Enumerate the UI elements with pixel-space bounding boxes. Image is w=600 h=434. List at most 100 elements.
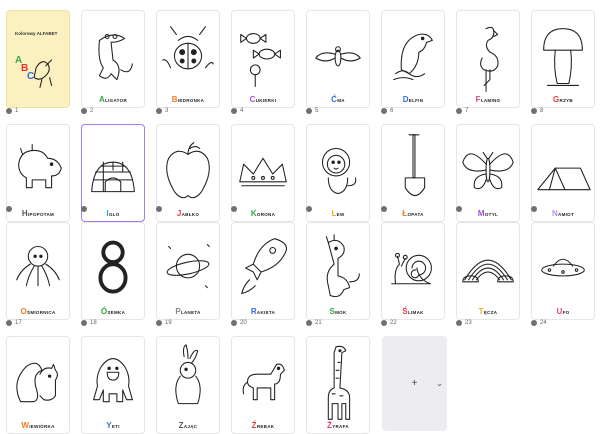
page-thumbnail-butterfly[interactable]: MOTYL xyxy=(456,124,520,222)
octopus-illustration xyxy=(16,245,60,287)
caption-rest: UKIERKI xyxy=(255,98,277,103)
page-number-label: 6 xyxy=(390,108,394,114)
page-number-label: 20 xyxy=(240,320,247,326)
page-status-icon xyxy=(231,108,237,114)
word-caption: TĘCZA xyxy=(457,307,519,316)
page-status-icon xyxy=(81,206,87,212)
page-status-icon xyxy=(156,206,162,212)
caption-rest: ŚMIORNICA xyxy=(27,310,56,315)
page-number: 18 xyxy=(81,318,97,328)
caption-rest: AMIOT xyxy=(558,212,575,217)
caption-rest: LANETA xyxy=(180,310,201,315)
cover-letter: C xyxy=(27,71,35,82)
page-number-label: 22 xyxy=(390,320,397,326)
word-caption: IGLO xyxy=(82,209,144,218)
page-number: 8 xyxy=(531,106,543,116)
rainbow-illustration xyxy=(462,259,514,283)
page-thumbnail-ladybug[interactable]: BIEDRONKA xyxy=(156,10,220,108)
page-thumbnail-hare[interactable]: ZAJĄC xyxy=(156,336,220,434)
page-thumbnail-ufo[interactable]: UFO xyxy=(531,222,595,320)
page-number: 19 xyxy=(156,318,172,328)
caption-rest: RZYB xyxy=(559,98,573,103)
word-caption: KORONA xyxy=(232,209,294,218)
page-status-icon xyxy=(156,108,162,114)
flamingo-illustration xyxy=(480,26,499,92)
word-caption: YETI xyxy=(82,421,144,430)
page-thumbnail-lion[interactable]: LEW xyxy=(306,124,370,222)
crown-illustration xyxy=(239,157,287,187)
caption-rest: REBAK xyxy=(256,424,275,429)
caption-rest: ABŁKO xyxy=(181,212,200,217)
page-number xyxy=(81,204,90,214)
page-number: 5 xyxy=(306,106,318,116)
caption-rest: ETI xyxy=(111,424,120,429)
page-status-icon xyxy=(81,320,87,326)
cover-title: Kolorowy ALFABET xyxy=(15,31,58,36)
page-status-icon xyxy=(306,206,312,212)
page-thumbnail-igloo[interactable]: IGLO xyxy=(81,124,145,222)
page-thumbnail-mushroom[interactable]: GRZYB xyxy=(531,10,595,108)
page-status-icon xyxy=(306,108,312,114)
page-number xyxy=(381,204,390,214)
plus-icon: + xyxy=(411,378,418,389)
butterfly-illustration xyxy=(462,151,514,190)
page-thumbnail-cover[interactable]: Kolorowy ALFABET A B C xyxy=(6,10,70,108)
page-number: 22 xyxy=(381,318,397,328)
shovel-illustration xyxy=(404,134,426,197)
word-caption: SMOK xyxy=(307,307,369,316)
page-thumbnail-eight[interactable]: ÓSEMKA xyxy=(81,222,145,320)
ladybug-illustration xyxy=(162,26,214,70)
page-thumbnail-flamingo[interactable]: FLAMING xyxy=(456,10,520,108)
page-thumbnail-shovel[interactable]: ŁOPATA xyxy=(381,124,445,222)
page-thumbnail-yeti[interactable]: YETI xyxy=(81,336,145,434)
page-thumbnail-dragon[interactable]: SMOK xyxy=(306,222,370,320)
chevron-down-icon[interactable]: ⌄ xyxy=(436,379,443,388)
page-thumbnail-candy[interactable]: CUKIERKI xyxy=(231,10,295,108)
page-number: 1 xyxy=(6,106,18,116)
page-thumbnail-snail[interactable]: ŚLIMAK xyxy=(381,222,445,320)
crocodile-illustration xyxy=(98,33,133,81)
page-grid: Kolorowy ALFABET A B C 1 ALIGATOR 2 BIEDRONKA 3 C… xyxy=(0,0,600,434)
page-thumbnail-squirrel[interactable]: WIEWIÓRKA xyxy=(6,336,70,434)
page-thumbnail-dolphin[interactable]: DELFIN xyxy=(381,10,445,108)
igloo-illustration xyxy=(91,161,135,193)
word-caption: JABŁKO xyxy=(157,209,219,218)
giraffe-illustration xyxy=(327,345,351,420)
caption-rest: EW xyxy=(336,212,345,217)
page-thumbnail-planet[interactable]: PLANETA xyxy=(156,222,220,320)
page-thumbnail-crown[interactable]: KORONA xyxy=(231,124,295,222)
word-caption: ŻYRAFA xyxy=(307,421,369,430)
word-caption: ÓSEMKA xyxy=(82,307,144,316)
page-thumbnail-apple[interactable]: JABŁKO xyxy=(156,124,220,222)
page-thumbnail-horse[interactable]: ŹREBAK xyxy=(231,336,295,434)
page-status-icon xyxy=(231,206,237,212)
page-number xyxy=(6,204,15,214)
word-caption: ZAJĄC xyxy=(157,421,219,430)
page-thumbnail-hippo[interactable]: HIPOPOTAM xyxy=(6,124,70,222)
word-caption: LEW xyxy=(307,209,369,218)
word-caption: NAMIOT xyxy=(532,209,594,218)
page-status-icon xyxy=(381,320,387,326)
page-thumbnail-rainbow[interactable]: TĘCZA xyxy=(456,222,520,320)
caption-rest: AKIETA xyxy=(256,310,276,315)
page-status-icon xyxy=(6,320,12,326)
add-page-button[interactable]: + ⌄ xyxy=(382,336,447,431)
page-thumbnail-giraffe[interactable]: ŻYRAFA xyxy=(306,336,370,434)
caption-rest: GLO xyxy=(108,212,120,217)
page-thumbnail-crocodile[interactable]: ALIGATOR xyxy=(81,10,145,108)
page-number: 17 xyxy=(6,318,22,328)
page-thumbnail-rocket[interactable]: RAKIETA xyxy=(231,222,295,320)
page-number: 6 xyxy=(381,106,393,116)
caption-rest: MOK xyxy=(335,310,347,315)
page-number-label: 2 xyxy=(90,108,94,114)
page-thumbnail-tent[interactable]: NAMIOT xyxy=(531,124,595,222)
page-number xyxy=(456,204,465,214)
page-number-label: 8 xyxy=(540,108,544,114)
page-number-label: 3 xyxy=(165,108,169,114)
page-thumbnail-cicada[interactable]: ĆMA xyxy=(306,10,370,108)
page-status-icon xyxy=(156,320,162,326)
page-thumbnail-octopus[interactable]: OŚMIORNICA xyxy=(6,222,70,320)
word-caption: ŚLIMAK xyxy=(382,307,444,316)
page-number-label: 23 xyxy=(465,320,472,326)
page-status-icon xyxy=(6,108,12,114)
